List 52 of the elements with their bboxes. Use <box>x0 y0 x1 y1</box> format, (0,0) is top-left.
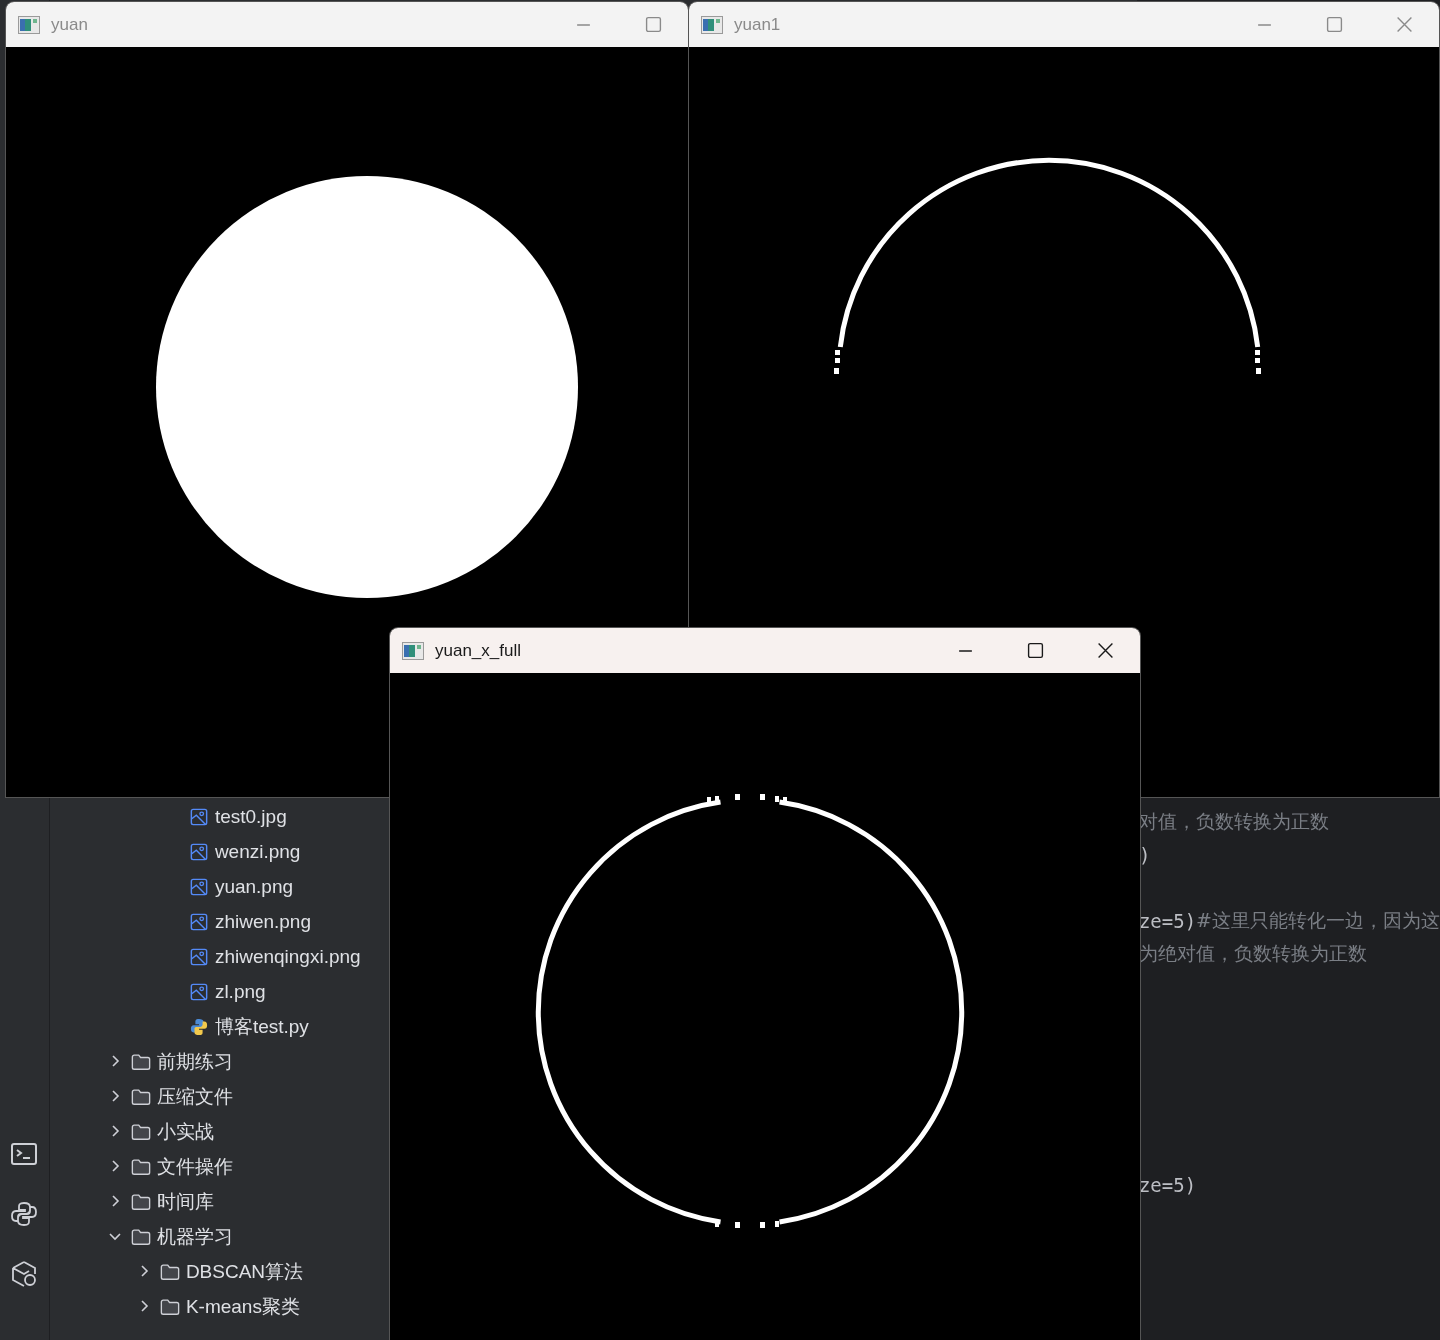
tree-item[interactable]: zhiwenqingxi.png <box>214 945 361 968</box>
tree-item[interactable]: zhiwen.png <box>214 910 311 933</box>
tree-item[interactable]: K-means聚类 <box>185 1293 300 1320</box>
folder-icon <box>159 1262 180 1281</box>
folder-icon <box>159 1297 180 1316</box>
minimize-icon <box>956 649 974 652</box>
image-file-icon <box>188 842 209 861</box>
tree-item[interactable]: 时间库 <box>156 1188 214 1215</box>
tree-item[interactable]: 小实战 <box>156 1118 214 1145</box>
tree-item[interactable]: yuan.png <box>214 875 294 898</box>
python-icon[interactable] <box>10 1200 39 1228</box>
python-file-icon <box>188 1017 209 1036</box>
app-icon <box>701 15 723 34</box>
folder-icon <box>130 1052 151 1071</box>
terminal-icon[interactable] <box>10 1140 39 1168</box>
code-line: 为绝对值，负数转换为正数 <box>1138 940 1368 966</box>
window-title: yuan_x_full <box>435 640 521 661</box>
tree-item[interactable]: 文件操作 <box>156 1153 233 1180</box>
image-file-icon <box>188 807 209 826</box>
image-file-icon <box>188 912 209 931</box>
folder-icon <box>130 1087 151 1106</box>
app-icon <box>402 641 424 660</box>
maximize-icon <box>644 16 662 33</box>
tree-item[interactable]: DBSCAN算法 <box>185 1258 304 1285</box>
tree-item[interactable]: 机器学习 <box>156 1223 233 1250</box>
code-line: ) <box>1138 842 1152 868</box>
image-file-icon <box>188 877 209 896</box>
folder-icon <box>130 1122 151 1141</box>
maximize-icon <box>1026 642 1044 659</box>
folder-icon <box>130 1227 151 1246</box>
close-icon <box>1096 642 1114 659</box>
image-file-icon <box>188 982 209 1001</box>
tree-item[interactable]: test0.jpg <box>214 805 287 828</box>
tree-item[interactable]: wenzi.png <box>214 840 301 863</box>
tree-item[interactable]: 博客test.py <box>214 1013 309 1040</box>
folder-icon <box>130 1157 151 1176</box>
tree-item[interactable]: 前期练习 <box>156 1048 233 1075</box>
tree-item[interactable]: 压缩文件 <box>156 1083 233 1110</box>
packages-icon[interactable] <box>10 1260 39 1288</box>
maximize-icon <box>1325 16 1343 33</box>
window-title: yuan <box>51 14 88 35</box>
code-line: ze=5) <box>1138 1172 1198 1198</box>
minimize-icon <box>574 23 592 26</box>
code-line: 对值，负数转换为正数 <box>1138 808 1330 834</box>
close-icon <box>1395 16 1413 33</box>
code-line: ze=5)#这里只能转化一边，因为这 <box>1138 907 1440 934</box>
tree-item[interactable]: zl.png <box>214 980 266 1003</box>
folder-icon <box>130 1192 151 1211</box>
image-file-icon <box>188 947 209 966</box>
app-icon <box>18 15 40 34</box>
window-title: yuan1 <box>734 14 781 35</box>
minimize-icon <box>1255 23 1273 26</box>
